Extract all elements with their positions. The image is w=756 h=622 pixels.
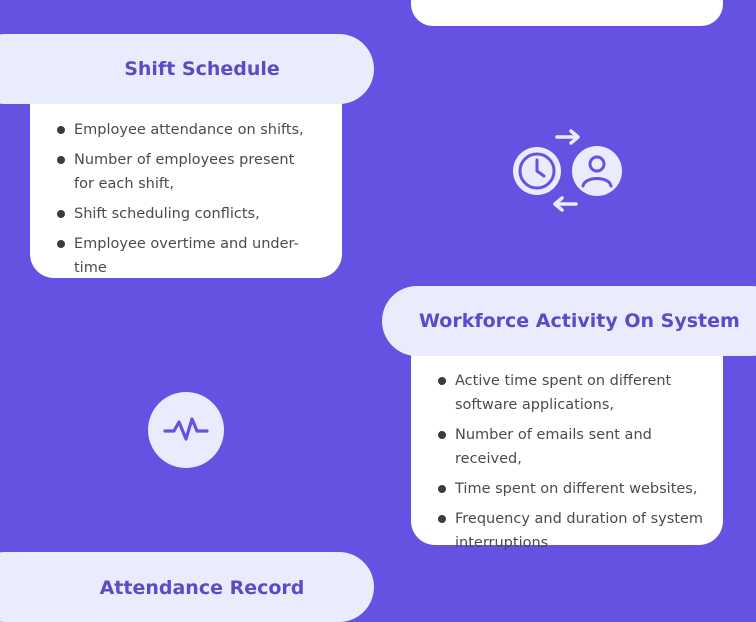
shift-schedule-card: Employee attendance on shifts, Number of… (30, 76, 342, 278)
list-item: Employee attendance on shifts, (56, 118, 316, 142)
activity-pulse-icon (148, 392, 224, 468)
list-item: Frequency and duration of system interru… (437, 507, 713, 555)
workforce-activity-header: Workforce Activity On System (382, 286, 756, 356)
list-item: Shift scheduling conflicts, (56, 202, 316, 226)
list-item: Employee overtime and under-time (56, 232, 316, 280)
top-card-partial (411, 0, 723, 26)
workforce-activity-title: Workforce Activity On System (419, 310, 740, 332)
list-item: Number of emails sent and received, (437, 423, 713, 471)
attendance-record-title: Attendance Record (99, 577, 305, 599)
workforce-activity-list: Active time spent on different software … (437, 369, 713, 561)
clock-person-swap-icon (505, 124, 629, 216)
list-item: Time spent on different websites, (437, 477, 713, 501)
list-item: Active time spent on different software … (437, 369, 713, 417)
attendance-record-header: Attendance Record (0, 552, 374, 622)
shift-schedule-title: Shift Schedule (124, 58, 280, 80)
workforce-activity-card: Active time spent on different software … (411, 335, 723, 551)
list-item: Number of employees present for each shi… (56, 148, 316, 196)
shift-schedule-list: Employee attendance on shifts, Number of… (56, 118, 316, 286)
shift-schedule-header: Shift Schedule (0, 34, 374, 104)
